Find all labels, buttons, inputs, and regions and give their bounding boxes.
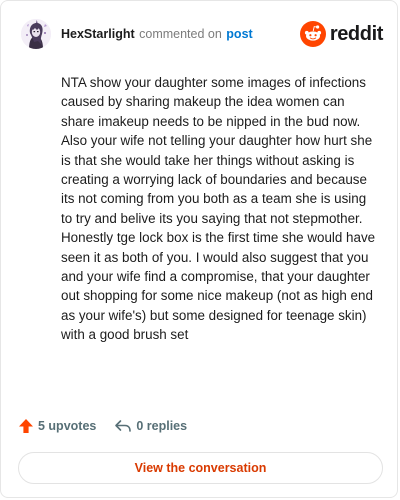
comment-card: HexStarlight commented on post reddit NT… bbox=[0, 0, 398, 498]
username[interactable]: HexStarlight bbox=[61, 27, 135, 41]
upvote-label: 5 upvotes bbox=[38, 419, 97, 433]
reply-count[interactable]: 0 replies bbox=[114, 418, 187, 434]
reddit-snoo-icon bbox=[299, 21, 326, 47]
action-text: commented on bbox=[139, 27, 222, 41]
comment-footer: 5 upvotes 0 replies bbox=[18, 418, 187, 434]
reply-arrow-icon bbox=[115, 420, 132, 432]
commenter-line: HexStarlight commented on post bbox=[61, 27, 253, 41]
comment-text: NTA show your daughter some images of in… bbox=[61, 75, 376, 343]
reddit-wordmark: reddit bbox=[329, 22, 384, 45]
reddit-logo[interactable]: reddit bbox=[299, 21, 384, 47]
comment-header: HexStarlight commented on post reddit bbox=[21, 17, 383, 51]
upvote-count[interactable]: 5 upvotes bbox=[18, 418, 96, 434]
post-link[interactable]: post bbox=[226, 27, 252, 41]
avatar[interactable] bbox=[21, 19, 51, 49]
avatar-image bbox=[21, 19, 51, 49]
reply-label: 0 replies bbox=[136, 419, 188, 433]
upvote-arrow-icon bbox=[19, 419, 33, 433]
view-conversation-button[interactable]: View the conversation bbox=[18, 452, 383, 484]
